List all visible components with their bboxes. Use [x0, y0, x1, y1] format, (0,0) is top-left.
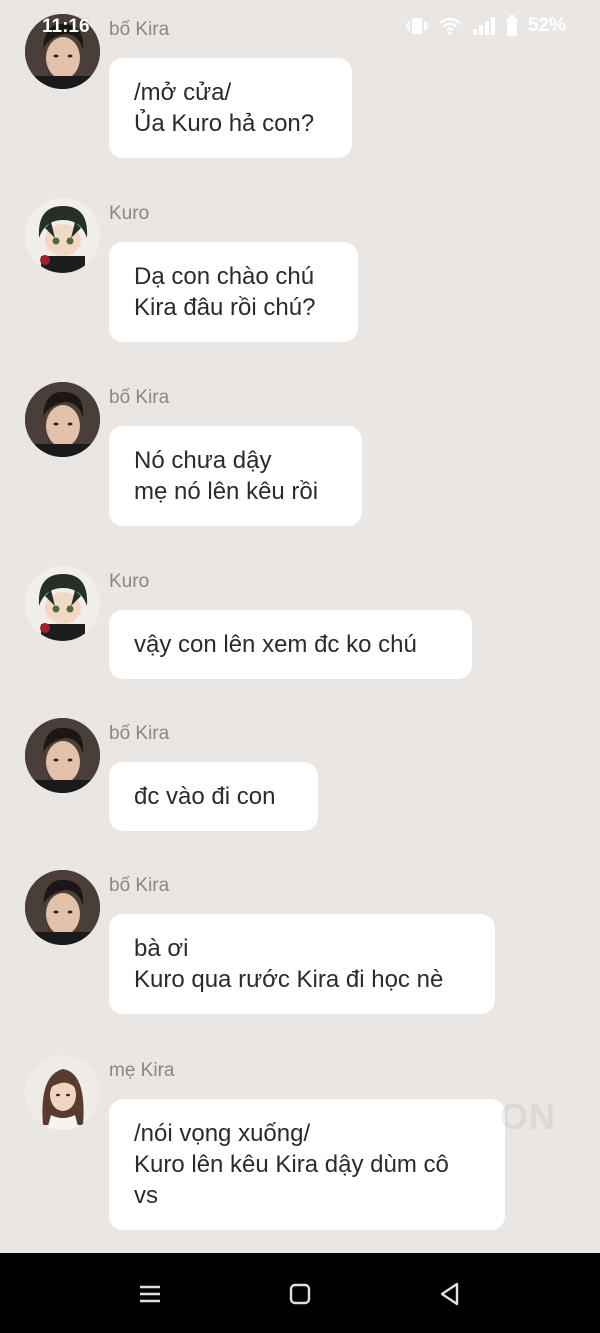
status-bar: 11:16 52% — [0, 0, 600, 56]
vibrate-icon — [406, 16, 428, 36]
kuro-avatar[interactable] — [25, 566, 100, 641]
dad-kira-avatar[interactable] — [25, 382, 100, 457]
menu-icon[interactable] — [135, 1279, 165, 1309]
sender-name: Kuro — [109, 203, 150, 224]
back-icon[interactable] — [435, 1279, 465, 1309]
dad-kira-avatar[interactable] — [25, 870, 100, 945]
message-bubble[interactable]: Nó chưa dậy mẹ nó lên kêu rồi — [109, 426, 362, 526]
battery-level: 52% — [527, 15, 566, 36]
sender-name: mẹ Kira — [109, 1060, 175, 1081]
mom-kira-avatar[interactable] — [25, 1055, 100, 1130]
wifi-icon — [438, 16, 462, 36]
signal-icon — [472, 16, 496, 36]
message-bubble[interactable]: /nói vọng xuống/ Kuro lên kêu Kira dậy d… — [109, 1099, 505, 1230]
navigation-bar — [0, 1253, 600, 1333]
sender-name: bố Kira — [109, 723, 170, 744]
home-icon[interactable] — [285, 1279, 315, 1309]
sender-name: Kuro — [109, 571, 150, 592]
status-time: 11:16 — [42, 16, 90, 37]
message-bubble[interactable]: vậy con lên xem đc ko chú — [109, 610, 472, 679]
battery-icon — [506, 15, 518, 37]
message-bubble[interactable]: bà ơi Kuro qua rước Kira đi học nè — [109, 914, 495, 1014]
dad-kira-avatar[interactable] — [25, 718, 100, 793]
sender-name: bố Kira — [109, 387, 170, 408]
sender-name: bố Kira — [109, 875, 170, 896]
status-icons: 52% — [406, 15, 566, 37]
message-bubble[interactable]: /mở cửa/ Ủa Kuro hả con? — [109, 58, 352, 158]
message-bubble[interactable]: đc vào đi con — [109, 762, 318, 831]
watermark: ON — [500, 1096, 556, 1137]
message-bubble[interactable]: Dạ con chào chú Kira đâu rồi chú? — [109, 242, 358, 342]
kuro-avatar[interactable] — [25, 198, 100, 273]
